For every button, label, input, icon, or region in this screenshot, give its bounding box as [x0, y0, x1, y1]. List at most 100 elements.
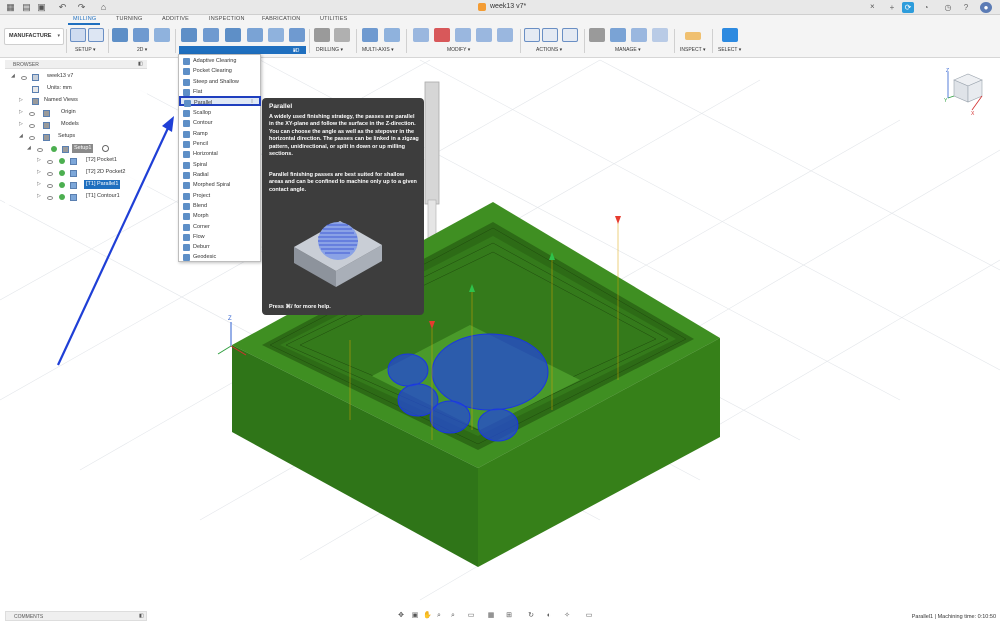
group-modify[interactable]: MODIFY ▾ — [447, 47, 470, 53]
collapse-icon[interactable]: ◢ — [11, 73, 15, 79]
pan-icon[interactable]: ✋ — [423, 612, 432, 620]
save-icon[interactable]: ▣ — [36, 2, 47, 13]
menu-item-scallop[interactable]: Scallop — [180, 108, 260, 118]
pattern-icon[interactable] — [476, 28, 492, 42]
delete-icon[interactable] — [434, 28, 450, 42]
post-process-icon[interactable] — [542, 28, 558, 42]
visibility-eye-icon[interactable] — [47, 196, 53, 200]
visibility-eye-icon[interactable] — [29, 136, 35, 140]
expand-icon[interactable]: ▷ — [37, 181, 41, 187]
user-avatar-icon[interactable]: ● — [980, 2, 992, 13]
2d-adaptive-icon[interactable] — [112, 28, 128, 42]
new-tab-icon[interactable]: + — [886, 2, 898, 13]
group-multiaxis[interactable]: MULTI-AXIS ▾ — [362, 47, 394, 53]
multiaxis-contour-icon[interactable] — [384, 28, 400, 42]
menu-item-geodesic[interactable]: Geodesic — [180, 252, 260, 262]
rotate-view-icon[interactable]: ↻ — [527, 612, 535, 620]
tab-inspection[interactable]: INSPECTION — [209, 16, 245, 22]
file-icon[interactable]: ▤ — [21, 2, 32, 13]
visibility-eye-icon[interactable] — [47, 160, 53, 164]
post-library-icon[interactable] — [631, 28, 647, 42]
lighting-icon[interactable]: ✧ — [563, 612, 571, 620]
visibility-eye-icon[interactable] — [21, 76, 27, 80]
menu-item-adaptive-clearing[interactable]: Adaptive Clearing — [180, 56, 260, 66]
menu-item-parallel[interactable]: Parallel ⋮ — [179, 96, 261, 107]
menu-item-flow[interactable]: Flow — [180, 232, 260, 242]
visibility-eye-icon[interactable] — [37, 148, 43, 152]
menu-item-pencil[interactable]: Pencil — [180, 139, 260, 149]
menu-item-corner[interactable]: Corner — [180, 222, 260, 232]
tree-row-contour1[interactable]: [T1] Contour1 — [86, 192, 120, 201]
tree-row-units[interactable]: Units: mm — [47, 84, 72, 93]
group-actions[interactable]: ACTIONS ▾ — [536, 47, 562, 53]
contour-icon[interactable] — [289, 28, 305, 42]
document-tab[interactable]: week13 v7* × — [440, 1, 880, 15]
viewports-icon[interactable]: ⊞ — [505, 612, 513, 620]
app-grid-icon[interactable]: ▦ — [5, 2, 16, 13]
setup-sheet-action-icon[interactable] — [562, 28, 578, 42]
tab-milling[interactable]: MILLING — [73, 16, 96, 22]
setup-sheet-icon[interactable] — [88, 28, 104, 42]
bore-icon[interactable] — [334, 28, 350, 42]
group-setup[interactable]: SETUP ▾ — [75, 47, 96, 53]
notifications-icon[interactable]: ◷ — [942, 2, 954, 13]
expand-icon[interactable]: ▷ — [19, 121, 23, 127]
3d-adaptive-icon[interactable] — [181, 28, 197, 42]
camera-icon[interactable]: ▭ — [585, 612, 593, 620]
group-3d[interactable]: 3D ▾ — [179, 46, 306, 54]
expand-icon[interactable]: ▷ — [37, 169, 41, 175]
select-cursor-icon[interactable] — [722, 28, 738, 42]
tree-row-origin[interactable]: Origin — [61, 108, 76, 117]
more-options-icon[interactable]: ⋮ — [249, 99, 255, 106]
active-setup-radio[interactable] — [102, 145, 109, 152]
menu-item-morph[interactable]: Morph — [180, 211, 260, 221]
3d-pocket-icon[interactable] — [203, 28, 219, 42]
tab-additive[interactable]: ADDITIVE — [162, 16, 189, 22]
menu-item-horizontal[interactable]: Horizontal — [180, 149, 260, 159]
render-mode-icon[interactable]: ◐ — [545, 612, 553, 620]
duplicate-icon[interactable] — [455, 28, 471, 42]
menu-item-steep-and-shallow[interactable]: Steep and Shallow — [180, 77, 260, 87]
2d-pocket-icon[interactable] — [133, 28, 149, 42]
swarf-icon[interactable] — [362, 28, 378, 42]
tree-row-named-views[interactable]: Named Views — [44, 96, 78, 105]
pin-icon[interactable]: ◧ — [139, 613, 144, 619]
help-icon[interactable]: ? — [960, 2, 972, 13]
zoom-icon[interactable]: ⌕ — [435, 612, 443, 620]
job-status-icon[interactable]: ◔ — [920, 2, 932, 13]
undo-icon[interactable]: ↶ — [57, 2, 68, 13]
menu-item-spiral[interactable]: Spiral — [180, 160, 260, 170]
tab-turning[interactable]: TURNING — [116, 16, 142, 22]
menu-item-morphed-spiral[interactable]: Morphed Spiral — [180, 180, 260, 190]
visibility-eye-icon[interactable] — [29, 112, 35, 116]
menu-item-deburr[interactable]: Deburr — [180, 242, 260, 252]
tab-fabrication[interactable]: FABRICATION — [262, 16, 300, 22]
simulate-icon[interactable] — [524, 28, 540, 42]
expand-icon[interactable]: ▷ — [37, 193, 41, 199]
face-icon[interactable] — [154, 28, 170, 42]
tab-utilities[interactable]: UTILITIES — [320, 16, 347, 22]
steep-shallow-icon[interactable] — [225, 28, 241, 42]
pin-icon[interactable]: ◧ — [138, 61, 143, 67]
scallop-icon[interactable] — [268, 28, 284, 42]
collapse-icon[interactable]: ◢ — [19, 133, 23, 139]
expand-icon[interactable]: ▷ — [19, 109, 23, 115]
home-icon[interactable]: ⌂ — [98, 2, 109, 13]
menu-item-blend[interactable]: Blend — [180, 201, 260, 211]
redo-icon[interactable]: ↷ — [76, 2, 87, 13]
group-2d[interactable]: 2D ▾ — [137, 47, 147, 53]
browser-header[interactable]: BROWSER ◧ — [5, 60, 147, 69]
tree-row-parallel1[interactable]: [T1] Parallel1 — [84, 180, 121, 189]
visibility-eye-icon[interactable] — [47, 172, 53, 176]
menu-item-radial[interactable]: Radial — [180, 170, 260, 180]
collapse-icon[interactable]: ◢ — [27, 145, 31, 151]
tree-row-models[interactable]: Models — [61, 120, 79, 129]
edit-icon[interactable] — [413, 28, 429, 42]
visibility-eye-icon[interactable] — [47, 184, 53, 188]
measure-icon[interactable] — [685, 32, 701, 40]
expand-icon[interactable]: ▷ — [37, 157, 41, 163]
new-setup-icon[interactable] — [70, 28, 86, 42]
display-settings-icon[interactable]: ▭ — [467, 612, 475, 620]
orbit-icon[interactable]: ✥ — [397, 612, 405, 620]
machine-library-icon[interactable] — [652, 28, 668, 42]
